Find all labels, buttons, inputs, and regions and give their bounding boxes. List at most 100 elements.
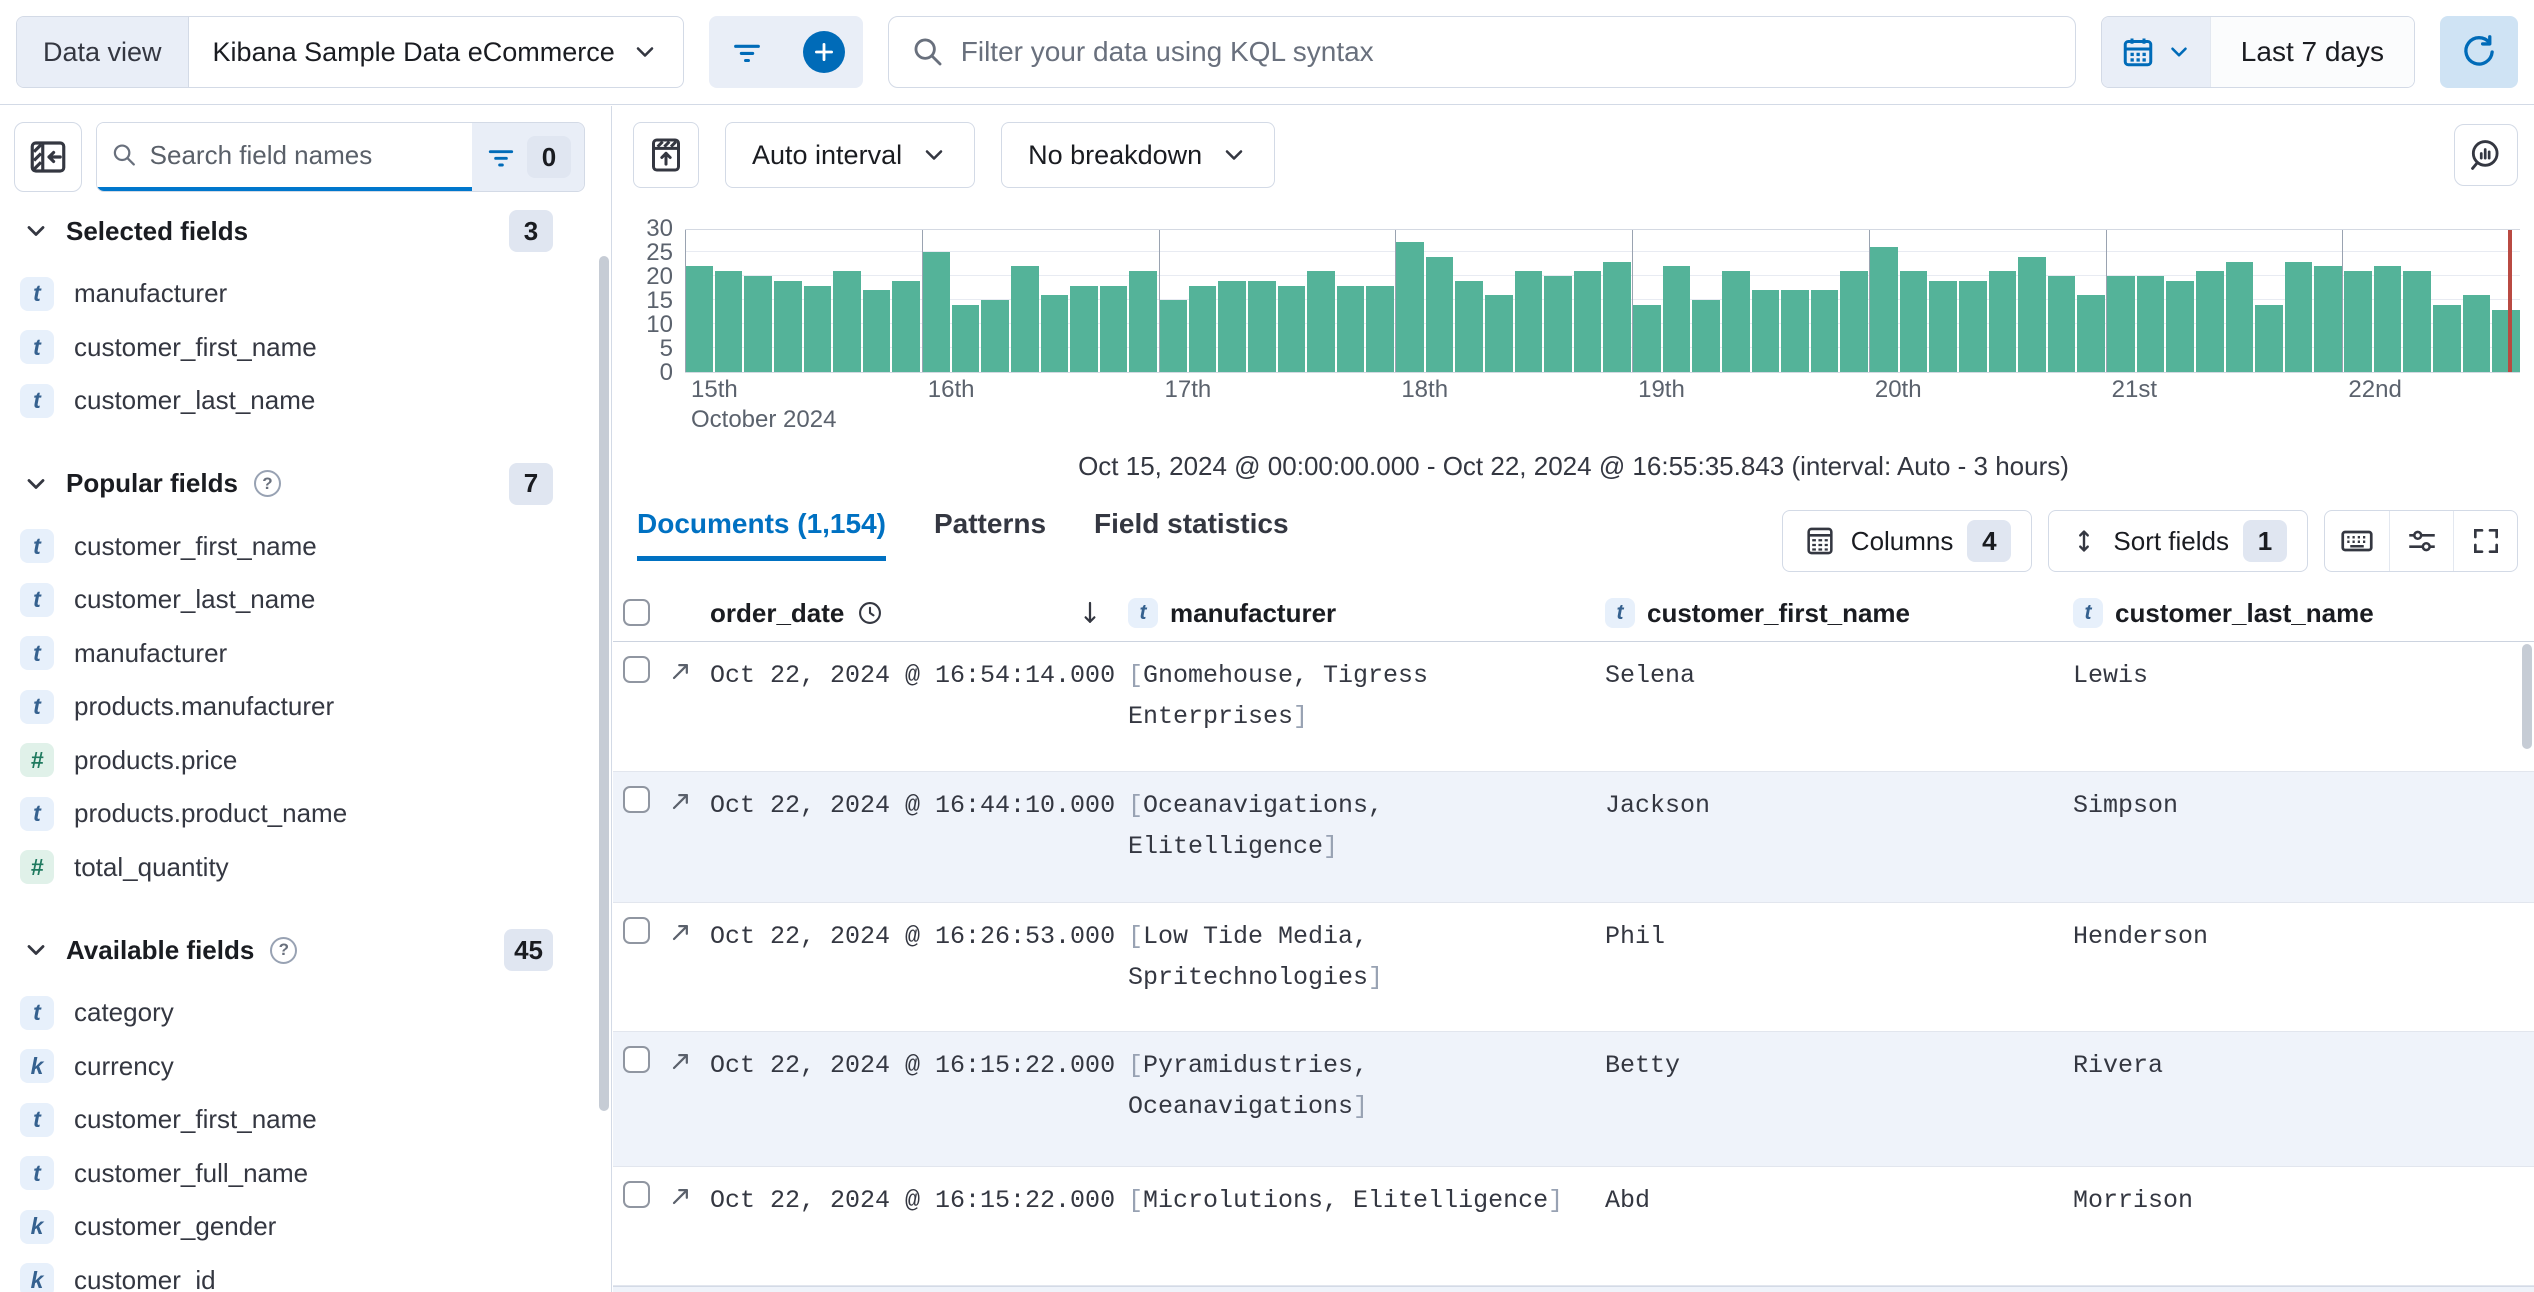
- field-item-manufacturer[interactable]: t manufacturer: [0, 267, 599, 321]
- row-checkbox[interactable]: [623, 917, 650, 944]
- histogram-bar: [2403, 271, 2431, 372]
- filters-button[interactable]: [709, 16, 786, 88]
- field-item-customer-first-name[interactable]: t customer_first_name: [0, 321, 599, 375]
- histogram-bar: [1247, 280, 1276, 372]
- columns-icon: [1807, 527, 1833, 555]
- chevron-down-icon: [1225, 150, 1243, 160]
- add-filter-button[interactable]: [786, 16, 863, 88]
- header-customer-last-name[interactable]: t customer_last_name: [2073, 584, 2374, 642]
- top-bar: Data view Kibana Sample Data eCommerce L…: [0, 0, 2534, 105]
- row-checkbox[interactable]: [623, 1181, 650, 1208]
- histogram-bar: [1099, 285, 1128, 372]
- histogram-bar: [2166, 280, 2194, 372]
- sidebar-scrollbar[interactable]: [599, 256, 609, 1111]
- header-order-date[interactable]: order_date: [710, 584, 884, 642]
- tab-field-statistics[interactable]: Field statistics: [1094, 508, 1289, 561]
- data-view-label: Data view: [17, 17, 189, 87]
- header-manufacturer[interactable]: t manufacturer: [1128, 584, 1336, 642]
- sidebar-section-available-fields: Available fields 45 t category k currenc…: [0, 924, 599, 1292]
- table-row: Oct 22, 2024 @ 16:26:53.000 [Low Tide Me…: [613, 903, 2534, 1032]
- row-checkbox[interactable]: [623, 656, 650, 683]
- time-picker-calendar-button[interactable]: [2101, 17, 2210, 87]
- header-customer-first-name[interactable]: t customer_first_name: [1605, 584, 1910, 642]
- table-row: Oct 22, 2024 @ 16:15:22.000 [Microlution…: [613, 1167, 2534, 1286]
- kql-search-input[interactable]: [960, 36, 2053, 68]
- columns-button[interactable]: Columns 4: [1781, 510, 2033, 572]
- select-all-checkbox[interactable]: [623, 599, 650, 626]
- section-header-available-fields[interactable]: Available fields 45: [0, 924, 599, 976]
- expand-row-button[interactable]: [667, 787, 695, 815]
- field-name: manufacturer: [74, 278, 228, 309]
- sort-fields-count-badge: 1: [2243, 520, 2287, 562]
- collapse-sidebar-button[interactable]: [14, 122, 82, 192]
- edit-visualization-button[interactable]: [2454, 124, 2518, 186]
- field-item-products-price[interactable]: # products.price: [0, 734, 599, 788]
- field-filter-button[interactable]: 0: [472, 123, 584, 191]
- expand-row-button[interactable]: [667, 1182, 695, 1210]
- expand-row-icon: [672, 664, 688, 680]
- field-name: customer_full_name: [74, 1157, 309, 1188]
- fullscreen-button[interactable]: [2453, 511, 2517, 571]
- day-gridline: [685, 230, 686, 372]
- plus-icon: [803, 31, 846, 73]
- expand-row-button[interactable]: [667, 918, 695, 946]
- x-axis-tick: 16th: [927, 376, 975, 403]
- field-item-total-quantity[interactable]: # total_quantity: [0, 841, 599, 895]
- row-checkbox[interactable]: [623, 1046, 650, 1073]
- discover-main: Auto interval No breakdown 30 25 20 15 10 5 0 …: [613, 106, 2534, 1292]
- cell-customer-last-name: Rivera: [2073, 1051, 2164, 1080]
- expand-row-button[interactable]: [667, 1047, 695, 1075]
- field-item-customer-first-name[interactable]: t customer_first_name: [0, 520, 599, 574]
- breakdown-dropdown[interactable]: No breakdown: [1001, 122, 1276, 188]
- interval-dropdown[interactable]: Auto interval: [725, 122, 976, 188]
- histogram-bar: [1988, 271, 2017, 372]
- filter-icon: [488, 150, 514, 167]
- field-name: customer_first_name: [74, 331, 317, 362]
- field-item-customer-last-name[interactable]: t customer_last_name: [0, 573, 599, 627]
- histogram-bar: [833, 271, 861, 372]
- field-item-category[interactable]: t category: [0, 986, 599, 1040]
- field-item-products-manufacturer[interactable]: t products.manufacturer: [0, 680, 599, 734]
- data-view-value-button[interactable]: Kibana Sample Data eCommerce: [189, 17, 683, 87]
- field-search-input[interactable]: [149, 139, 458, 171]
- field-item-manufacturer[interactable]: t manufacturer: [0, 627, 599, 681]
- row-checkbox[interactable]: [623, 786, 650, 813]
- sort-order-date-button[interactable]: [1075, 584, 1105, 642]
- sidebar-sections: Selected fields 3 t manufacturer t custo…: [0, 205, 599, 1292]
- columns-count-badge: 4: [1967, 520, 2012, 562]
- field-filter-count-badge: 0: [527, 136, 571, 178]
- sort-fields-button[interactable]: Sort fields 1: [2048, 510, 2308, 572]
- expand-row-button[interactable]: [667, 657, 695, 685]
- x-axis-tick: 18th: [1401, 376, 1449, 403]
- tab-patterns[interactable]: Patterns: [934, 508, 1046, 561]
- table-scrollbar[interactable]: [2522, 644, 2532, 749]
- section-header-selected-fields[interactable]: Selected fields 3: [0, 205, 599, 257]
- histogram-bar: [2136, 276, 2165, 372]
- field-item-customer-gender[interactable]: k customer_gender: [0, 1200, 599, 1254]
- field-item-customer-last-name[interactable]: t customer_last_name: [0, 374, 599, 428]
- histogram-bar: [1425, 256, 1454, 372]
- section-count-badge: 45: [504, 929, 553, 971]
- field-item-products-product-name[interactable]: t products.product_name: [0, 787, 599, 841]
- histogram-bar: [1336, 285, 1365, 372]
- field-item-customer-full-name[interactable]: t customer_full_name: [0, 1147, 599, 1201]
- refresh-button[interactable]: [2440, 16, 2518, 88]
- field-item-currency[interactable]: k currency: [0, 1040, 599, 1094]
- chevron-down-icon: [636, 47, 654, 57]
- cell-customer-last-name: Henderson: [2073, 922, 2209, 951]
- field-item-customer-first-name[interactable]: t customer_first_name: [0, 1093, 599, 1147]
- display-options-button[interactable]: [2389, 511, 2453, 571]
- hide-chart-button[interactable]: [633, 122, 699, 188]
- histogram-plot[interactable]: [685, 229, 2520, 373]
- keyboard-shortcuts-button[interactable]: [2325, 511, 2389, 571]
- data-view-picker: Data view Kibana Sample Data eCommerce: [16, 16, 684, 88]
- field-item-customer-id[interactable]: k customer_id: [0, 1254, 599, 1292]
- kql-search-bar[interactable]: [887, 16, 2076, 88]
- time-range-button[interactable]: Last 7 days: [2209, 17, 2414, 87]
- cell-customer-last-name: Morrison: [2073, 1186, 2194, 1215]
- section-header-popular-fields[interactable]: Popular fields 7: [0, 458, 599, 510]
- section-title: Available fields: [66, 934, 255, 965]
- tab-documents-1-154[interactable]: Documents (1,154): [637, 508, 886, 561]
- field-search-box[interactable]: [97, 123, 472, 191]
- histogram-bar: [892, 280, 920, 372]
